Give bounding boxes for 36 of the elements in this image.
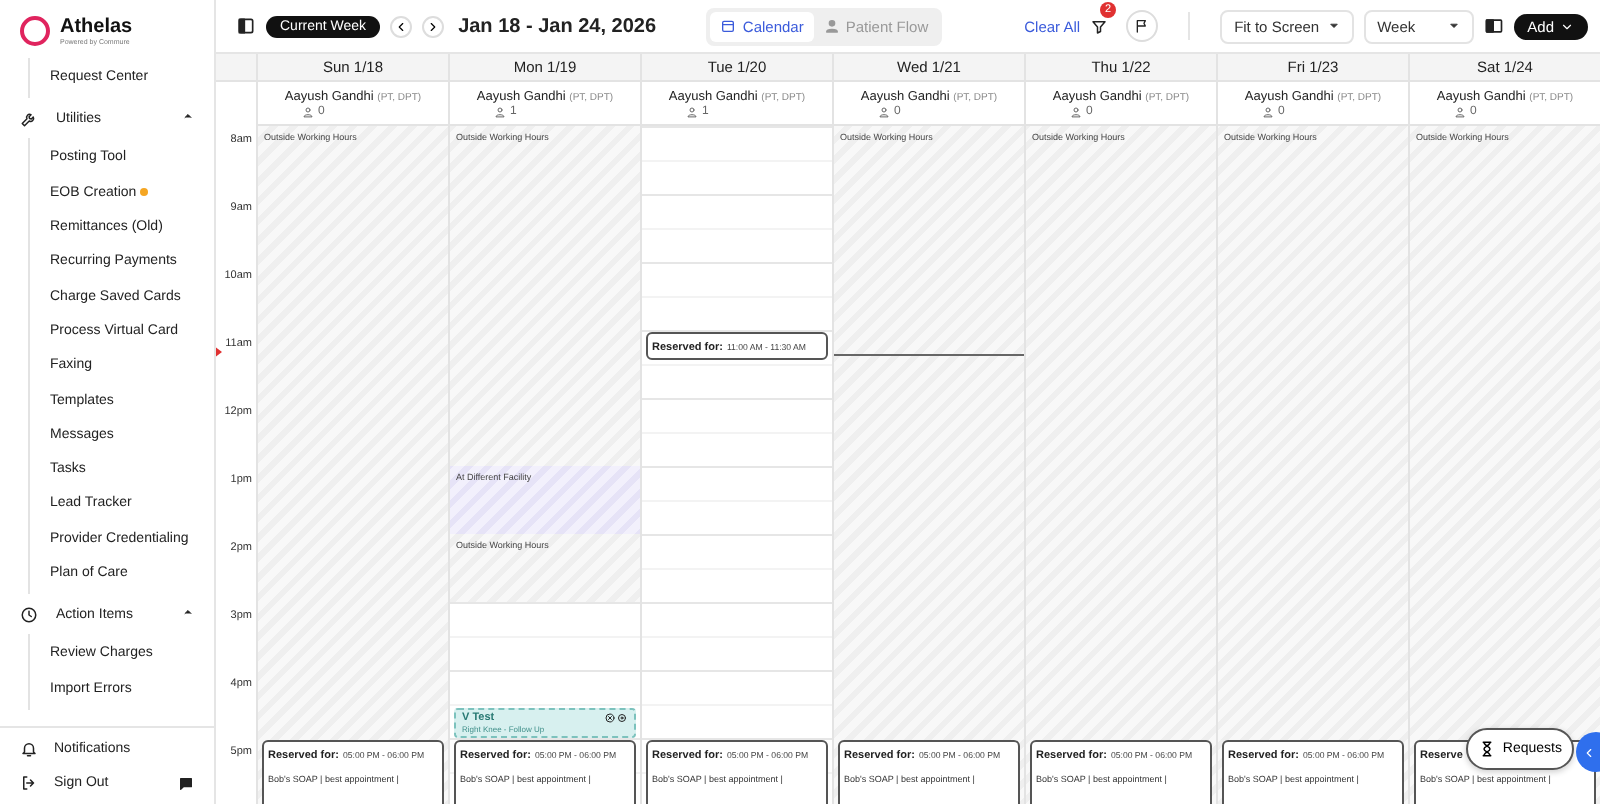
person-icon [1262,105,1274,117]
person-icon [686,105,698,117]
sign-out-icon [20,774,38,792]
wrench-icon [20,109,38,128]
chevron-right-icon [426,19,441,33]
bell-icon [20,740,38,758]
person-icon [302,105,314,117]
person-icon [1454,105,1466,117]
caret-icon [1327,20,1340,32]
sidebar-toggle-icon [236,16,256,36]
next-button[interactable] [422,15,445,37]
chat-icon [178,775,194,791]
logo-name: Athelas [60,16,133,38]
current-time-marker [216,346,222,358]
filter-icon [1090,17,1109,35]
previous-button[interactable] [390,15,413,37]
panel-icon [1483,16,1504,36]
clock-icon [20,605,38,624]
logo-icon [20,16,50,46]
caret-icon [1447,20,1460,32]
flag-icon [1134,18,1151,34]
person-icon [1070,105,1082,117]
alert-dot [140,188,149,197]
calendar-icon [720,18,737,34]
caret-icon [1560,19,1574,33]
flag-button[interactable] [1126,10,1159,42]
collapse-caret-icon [182,110,194,123]
person-icon [823,18,840,34]
close-icon [604,712,616,724]
chevron-left-icon [1582,745,1596,759]
collapse-caret-icon [182,606,194,619]
person-icon [878,105,890,117]
person-icon [494,105,506,117]
chevron-left-icon [394,19,409,33]
date-range: Jan 18 - Jan 24, 2026 [458,15,657,37]
hourglass-icon [1478,740,1497,758]
